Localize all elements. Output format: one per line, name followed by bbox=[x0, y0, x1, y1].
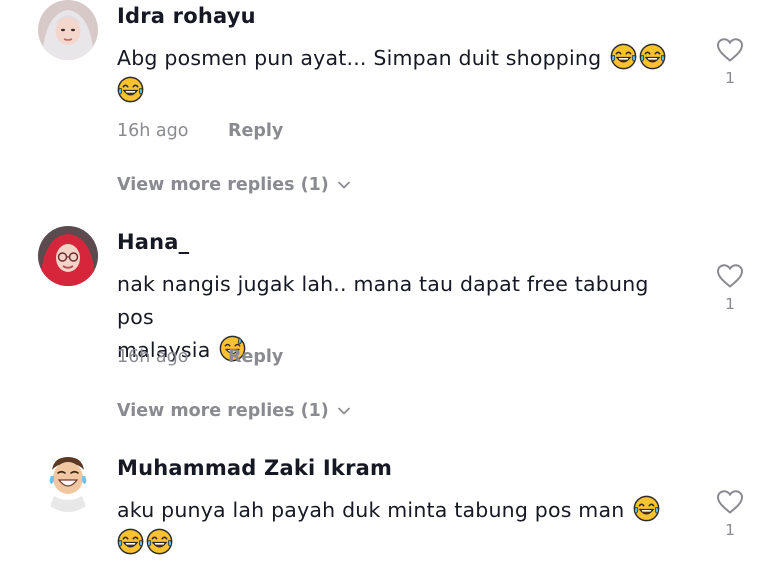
view-more-replies-button[interactable]: View more replies (1) bbox=[117, 175, 351, 195]
reply-button[interactable]: Reply bbox=[228, 121, 283, 141]
heart-outline-icon[interactable] bbox=[716, 263, 744, 289]
comment-item: Hana_ nak nangis jugak lah.. mana tau da… bbox=[0, 226, 780, 436]
comment-timestamp: 16h ago bbox=[117, 347, 189, 367]
reply-button[interactable]: Reply bbox=[228, 347, 283, 367]
heart-outline-icon[interactable] bbox=[716, 37, 744, 63]
comment-item: Idra rohayu Abg posmen pun ayat... Simpa… bbox=[0, 0, 780, 210]
chevron-down-icon bbox=[337, 406, 351, 416]
comment-username[interactable]: Hana_ bbox=[117, 230, 189, 254]
chevron-down-icon bbox=[337, 180, 351, 190]
comment-item: Muhammad Zaki Ikram aku punya lah payah … bbox=[0, 452, 780, 570]
face-with-tears-of-joy-icon bbox=[146, 528, 173, 555]
like-button[interactable]: 1 bbox=[713, 489, 747, 539]
face-with-tears-of-joy-icon bbox=[117, 528, 144, 555]
like-count: 1 bbox=[725, 521, 735, 539]
comment-text: Abg posmen pun ayat... Simpan duit shopp… bbox=[117, 42, 692, 108]
view-more-replies-label: View more replies (1) bbox=[117, 401, 329, 421]
avatar[interactable] bbox=[38, 452, 98, 512]
like-button[interactable]: 1 bbox=[713, 263, 747, 313]
like-button[interactable]: 1 bbox=[713, 37, 747, 87]
comment-text: aku punya lah payah duk minta tabung pos… bbox=[117, 494, 692, 560]
like-count: 1 bbox=[725, 295, 735, 313]
avatar[interactable] bbox=[38, 226, 98, 286]
comment-meta: 16h ago Reply bbox=[117, 347, 283, 367]
comment-text-line: Abg posmen pun ayat... Simpan duit shopp… bbox=[117, 46, 602, 70]
view-more-replies-button[interactable]: View more replies (1) bbox=[117, 401, 351, 421]
face-with-tears-of-joy-icon bbox=[117, 76, 144, 103]
avatar[interactable] bbox=[38, 0, 98, 60]
face-with-tears-of-joy-icon bbox=[639, 43, 666, 70]
comment-text-line: aku punya lah payah duk minta tabung pos… bbox=[117, 498, 625, 522]
comment-text-line: nak nangis jugak lah.. mana tau dapat fr… bbox=[117, 272, 649, 329]
view-more-replies-label: View more replies (1) bbox=[117, 175, 329, 195]
like-count: 1 bbox=[725, 69, 735, 87]
comment-meta: 16h ago Reply bbox=[117, 121, 283, 141]
heart-outline-icon[interactable] bbox=[716, 489, 744, 515]
face-with-tears-of-joy-icon bbox=[633, 495, 660, 522]
face-with-tears-of-joy-icon bbox=[610, 43, 637, 70]
comment-username[interactable]: Muhammad Zaki Ikram bbox=[117, 456, 392, 480]
comment-username[interactable]: Idra rohayu bbox=[117, 4, 256, 28]
comment-timestamp: 16h ago bbox=[117, 121, 189, 141]
